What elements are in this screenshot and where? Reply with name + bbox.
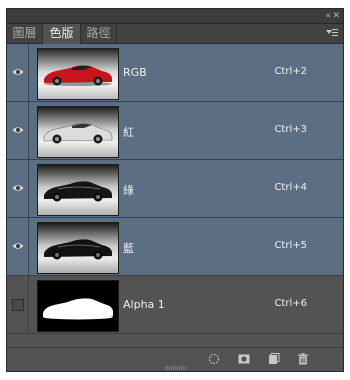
channel-name: 紅 (123, 126, 134, 139)
channel-name: 綠 (123, 184, 134, 197)
save-selection-icon[interactable] (238, 353, 250, 365)
channel-shortcut: Ctrl+6 (274, 298, 307, 309)
channel-name: 藍 (123, 242, 134, 255)
eye-icon (12, 127, 24, 133)
new-channel-icon[interactable] (268, 353, 280, 365)
visibility-toggle[interactable] (7, 276, 29, 333)
resize-grip[interactable] (165, 366, 187, 370)
channel-list: RGB Ctrl+2 紅 Ctrl+3 綠 Ctrl+4 藍 Ctrl+5 Al… (7, 44, 343, 346)
visibility-toggle[interactable] (7, 44, 29, 101)
channel-thumbnail (37, 164, 119, 216)
eye-icon (12, 69, 24, 75)
channels-panel: « ✕ 圖層 色版 路徑 RGB Ctrl+2 紅 Ctrl+3 綠 Ctrl+… (6, 8, 344, 372)
close-icon[interactable]: ✕ (332, 10, 340, 22)
panel-tab-bar: 圖層 色版 路徑 (7, 24, 343, 44)
menu-line (332, 35, 338, 36)
panel-title-bar: « ✕ (7, 9, 343, 24)
tab-paths[interactable]: 路徑 (81, 24, 117, 43)
visibility-empty-box (12, 299, 24, 311)
channel-row-green[interactable]: 綠 Ctrl+4 (7, 160, 343, 218)
menu-line (332, 29, 338, 30)
channel-row-rgb[interactable]: RGB Ctrl+2 (7, 44, 343, 102)
visibility-toggle[interactable] (7, 218, 29, 275)
trash-icon[interactable] (297, 353, 309, 365)
load-selection-icon[interactable] (208, 353, 220, 365)
channel-shortcut: Ctrl+4 (274, 182, 307, 193)
channel-thumbnail (37, 48, 119, 100)
channel-thumbnail (37, 106, 119, 158)
tab-layers[interactable]: 圖層 (7, 24, 43, 43)
channel-thumbnail (37, 280, 119, 332)
tab-channels[interactable]: 色版 (43, 24, 81, 44)
channel-row-alpha-1[interactable]: Alpha 1 Ctrl+6 (7, 276, 343, 334)
panel-bottom-bar (7, 347, 343, 371)
channel-shortcut: Ctrl+3 (274, 124, 307, 135)
panel-menu-icon[interactable] (326, 28, 338, 38)
channel-shortcut: Ctrl+2 (274, 66, 307, 77)
collapse-icon[interactable]: « (325, 10, 330, 22)
channel-row-blue[interactable]: 藍 Ctrl+5 (7, 218, 343, 276)
channel-name: Alpha 1 (123, 298, 165, 311)
menu-line (332, 32, 338, 33)
channel-name: RGB (123, 66, 147, 79)
eye-icon (12, 185, 24, 191)
visibility-toggle[interactable] (7, 102, 29, 159)
visibility-toggle[interactable] (7, 160, 29, 217)
channel-shortcut: Ctrl+5 (274, 240, 307, 251)
eye-icon (12, 243, 24, 249)
channel-thumbnail (37, 222, 119, 274)
channel-row-red[interactable]: 紅 Ctrl+3 (7, 102, 343, 160)
